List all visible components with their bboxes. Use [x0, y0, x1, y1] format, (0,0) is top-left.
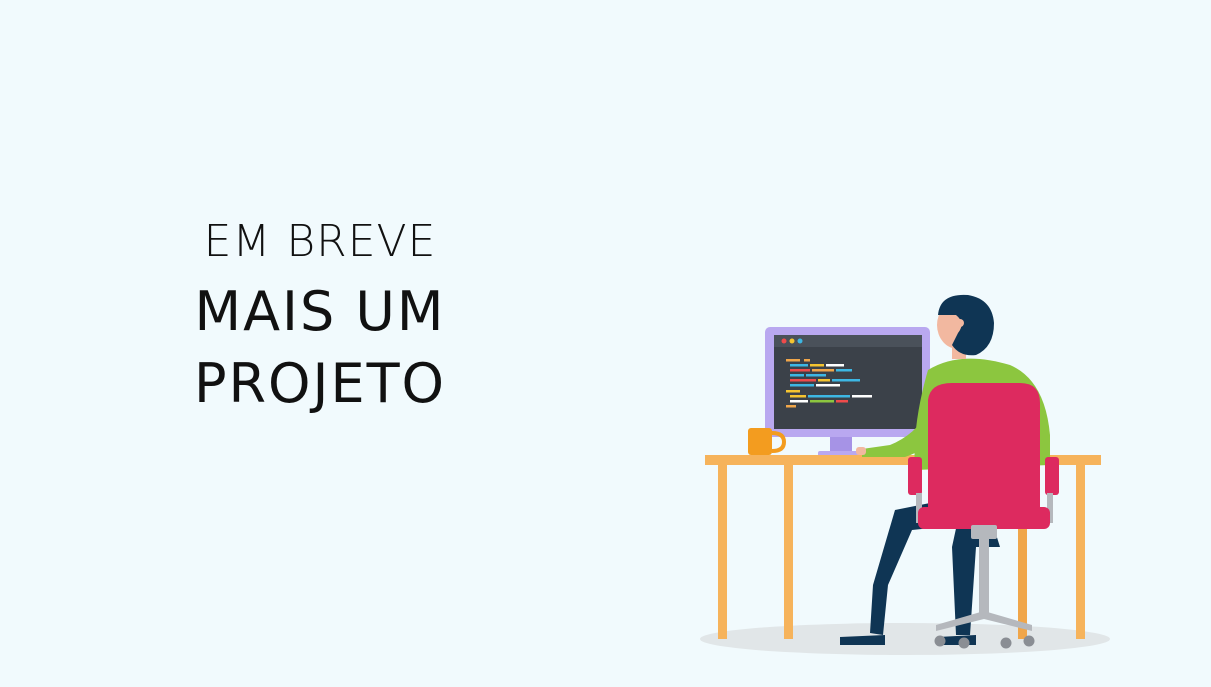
- chair-mechanism: [971, 525, 997, 539]
- chair-wheel: [934, 635, 946, 647]
- desk-leg: [718, 463, 727, 639]
- chair-wheel: [958, 637, 970, 649]
- chair-armrest: [1045, 457, 1059, 495]
- floor-shadow: [700, 623, 1110, 655]
- window-dot-red: [781, 338, 787, 344]
- person-hand: [856, 447, 866, 455]
- window-dot-yellow: [789, 338, 795, 344]
- heading-subtitle: EM BREVE: [203, 216, 437, 267]
- desk-leg: [1076, 463, 1085, 639]
- chair-post: [979, 537, 989, 615]
- window-dot-blue: [797, 338, 803, 344]
- chair-back: [928, 383, 1040, 517]
- desk-leg: [784, 463, 793, 639]
- chair-wheel: [1000, 637, 1012, 649]
- page: EM BREVE MAIS UM PROJETO: [0, 0, 1211, 687]
- chair-armrest: [908, 457, 922, 495]
- person-ear: [956, 319, 964, 327]
- monitor-titlebar: [774, 335, 922, 347]
- coffee-mug: [748, 428, 787, 455]
- developer-at-desk-illustration: [700, 294, 1110, 655]
- chair-wheel: [1023, 635, 1035, 647]
- monitor-screen: [774, 335, 922, 429]
- coming-soon-heading: EM BREVE MAIS UM PROJETO: [60, 210, 580, 420]
- heading-title: MAIS UM PROJETO: [193, 280, 447, 415]
